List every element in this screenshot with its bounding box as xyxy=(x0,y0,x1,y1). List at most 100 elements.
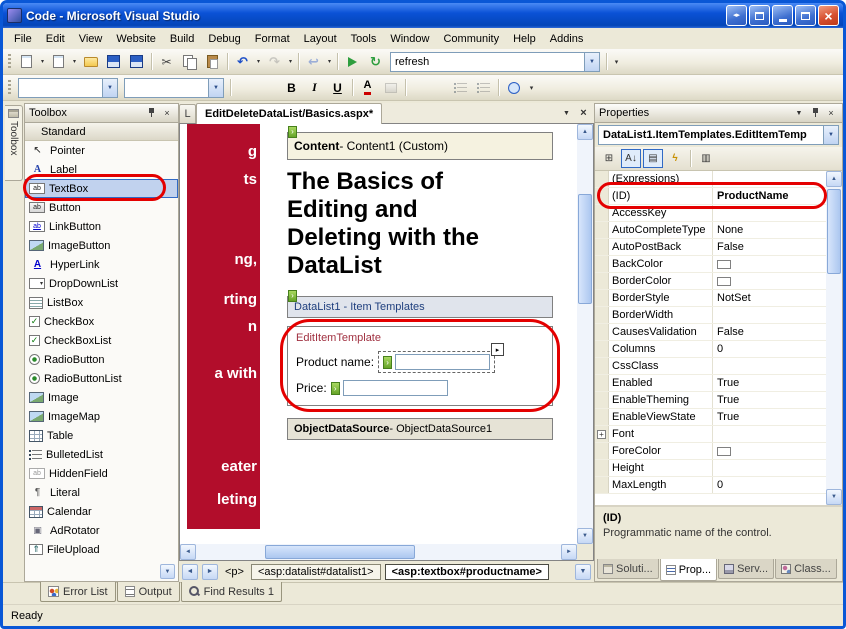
toolbox-item-radiobutton[interactable]: RadioButton xyxy=(25,350,178,369)
toolbox-side-tab[interactable]: Toolbox xyxy=(5,105,23,181)
scroll-right-button[interactable]: ► xyxy=(561,544,577,560)
hyperlink-button[interactable] xyxy=(502,77,525,99)
content-placeholder-header[interactable]: › Content - Content1 (Custom) xyxy=(287,132,553,160)
tab-properties[interactable]: Prop... xyxy=(660,559,717,581)
property-value[interactable]: True xyxy=(713,392,826,408)
product-name-textbox-field[interactable] xyxy=(395,354,490,370)
toolbar-grip[interactable] xyxy=(8,80,11,96)
properties-chevron-button[interactable]: ▼ xyxy=(792,107,806,120)
property-row-backcolor[interactable]: BackColor xyxy=(595,256,826,273)
property-row-accesskey[interactable]: AccessKey xyxy=(595,205,826,222)
tag-forward-button[interactable]: ► xyxy=(202,564,218,580)
tag-p[interactable]: <p> xyxy=(222,565,247,579)
property-row-columns[interactable]: Columns0 xyxy=(595,341,826,358)
scroll-up-button[interactable]: ▲ xyxy=(577,124,593,140)
toolbox-item-adrotator[interactable]: ▣AdRotator xyxy=(25,521,178,540)
toolbox-item-calendar[interactable]: Calendar xyxy=(25,502,178,521)
toolbox-item-hyperlink[interactable]: AHyperLink xyxy=(25,255,178,274)
menu-item-debug[interactable]: Debug xyxy=(201,30,247,48)
property-value[interactable]: ProductName xyxy=(713,188,826,204)
toolbox-scroll-down-button[interactable]: ▼ xyxy=(160,564,175,579)
navigate-back-dropdown[interactable]: ▾ xyxy=(325,51,334,73)
property-row-bordercolor[interactable]: BorderColor xyxy=(595,273,826,290)
toolbox-item-checkbox[interactable]: ✓CheckBox xyxy=(25,312,178,331)
italic-button[interactable]: I xyxy=(303,77,326,99)
menu-item-format[interactable]: Format xyxy=(248,30,297,48)
property-row-maxlength[interactable]: MaxLength0 xyxy=(595,477,826,494)
property-value[interactable]: False xyxy=(713,239,826,255)
panel-tab-find-results-1[interactable]: Find Results 1 xyxy=(181,582,282,602)
toolbox-item-fileupload[interactable]: ⇑FileUpload xyxy=(25,540,178,559)
scroll-down-button[interactable]: ▼ xyxy=(826,489,842,505)
property-row-cssclass[interactable]: CssClass xyxy=(595,358,826,375)
property-row-autopostback[interactable]: AutoPostBackFalse xyxy=(595,239,826,256)
toolbox-item-dropdownlist[interactable]: ▾DropDownList xyxy=(25,274,178,293)
bold-button[interactable]: B xyxy=(280,77,303,99)
scroll-up-button[interactable]: ▲ xyxy=(826,171,842,187)
edititemtemplate-box[interactable]: EditItemTemplate Product name: › ▸ Price… xyxy=(287,326,553,406)
design-surface[interactable]: gtsng,rtingna witheaterleting › Content … xyxy=(179,124,594,561)
property-row-autocompletetype[interactable]: AutoCompleteTypeNone xyxy=(595,222,826,239)
toolbox-item-bulletedlist[interactable]: BulletedList xyxy=(25,445,178,464)
document-tab-partial[interactable]: L xyxy=(179,104,196,123)
tag-textbox[interactable]: <asp:textbox#productname> xyxy=(385,564,549,580)
maximize-button[interactable] xyxy=(795,5,816,26)
menu-item-help[interactable]: Help xyxy=(506,30,543,48)
add-item-button[interactable] xyxy=(47,51,70,73)
combobox-arrow-icon[interactable]: ▼ xyxy=(584,53,599,71)
properties-titlebar[interactable]: Properties ▼ × xyxy=(595,104,842,123)
toolbox-item-button[interactable]: abButton xyxy=(25,198,178,217)
categorized-button[interactable]: ⊞ xyxy=(599,149,619,168)
font-combobox[interactable]: ▼ xyxy=(124,78,224,98)
menu-item-view[interactable]: View xyxy=(72,30,110,48)
redo-button[interactable]: ↷ xyxy=(263,51,286,73)
vertical-scroll-thumb[interactable] xyxy=(578,194,592,304)
property-value[interactable]: True xyxy=(713,409,826,425)
scroll-left-button[interactable]: ◄ xyxy=(180,544,196,560)
save-all-button[interactable] xyxy=(125,51,148,73)
refresh-combobox[interactable]: refresh ▼ xyxy=(390,52,600,72)
save-button[interactable] xyxy=(102,51,125,73)
properties-pin-button[interactable] xyxy=(808,107,822,120)
combobox-arrow-icon[interactable]: ▼ xyxy=(823,126,838,144)
tag-datalist[interactable]: <asp:datalist#datalist1> xyxy=(251,564,381,580)
view-in-browser-button[interactable]: ↻ xyxy=(364,51,387,73)
combobox-arrow-icon[interactable]: ▼ xyxy=(208,79,223,97)
toolbox-item-textbox[interactable]: abTextBox xyxy=(25,179,178,198)
start-debug-button[interactable] xyxy=(341,51,364,73)
toolbar-options-button[interactable]: ▾ xyxy=(525,77,538,99)
menu-item-edit[interactable]: Edit xyxy=(39,30,72,48)
toolbox-item-table[interactable]: Table xyxy=(25,426,178,445)
menu-item-build[interactable]: Build xyxy=(163,30,201,48)
property-value[interactable]: None xyxy=(713,222,826,238)
design-vertical-scrollbar[interactable]: ▲ ▼ xyxy=(577,124,593,544)
toolbar-options-button[interactable]: ▾ xyxy=(610,51,623,73)
menu-item-tools[interactable]: Tools xyxy=(344,30,384,48)
toolbox-item-imagebutton[interactable]: ImageButton xyxy=(25,236,178,255)
bullet-list-button[interactable] xyxy=(472,77,495,99)
tag-back-button[interactable]: ◄ xyxy=(182,564,198,580)
toolbox-item-image[interactable]: Image xyxy=(25,388,178,407)
product-name-textbox[interactable]: › ▸ xyxy=(378,351,495,373)
toolbox-item-label[interactable]: ALabel xyxy=(25,160,178,179)
dock-button[interactable]: ◂▸ xyxy=(726,5,747,26)
datalist-header[interactable]: › DataList1 - Item Templates xyxy=(287,296,553,318)
objectdatasource-box[interactable]: ObjectDataSource - ObjectDataSource1 xyxy=(287,418,553,440)
property-row-forecolor[interactable]: ForeColor xyxy=(595,443,826,460)
menu-item-addins[interactable]: Addins xyxy=(543,30,591,48)
redo-dropdown[interactable]: ▾ xyxy=(286,51,295,73)
property-value[interactable]: NotSet xyxy=(713,290,826,306)
property-value[interactable] xyxy=(713,426,826,442)
price-textbox-field[interactable] xyxy=(343,380,448,396)
property-row-font[interactable]: +Font xyxy=(595,426,826,443)
numbered-list-button[interactable] xyxy=(449,77,472,99)
minimize-button[interactable] xyxy=(772,5,793,26)
menu-item-community[interactable]: Community xyxy=(436,30,506,48)
price-textbox[interactable]: › xyxy=(331,380,448,396)
smart-tag-button[interactable]: ▸ xyxy=(491,343,504,356)
property-pages-button[interactable]: ▥ xyxy=(696,149,716,168)
property-value[interactable] xyxy=(713,171,826,187)
underline-button[interactable]: U xyxy=(326,77,349,99)
design-horizontal-scrollbar[interactable]: ◄ ► xyxy=(180,544,577,560)
toolbox-item-checkboxlist[interactable]: ✓CheckBoxList xyxy=(25,331,178,350)
